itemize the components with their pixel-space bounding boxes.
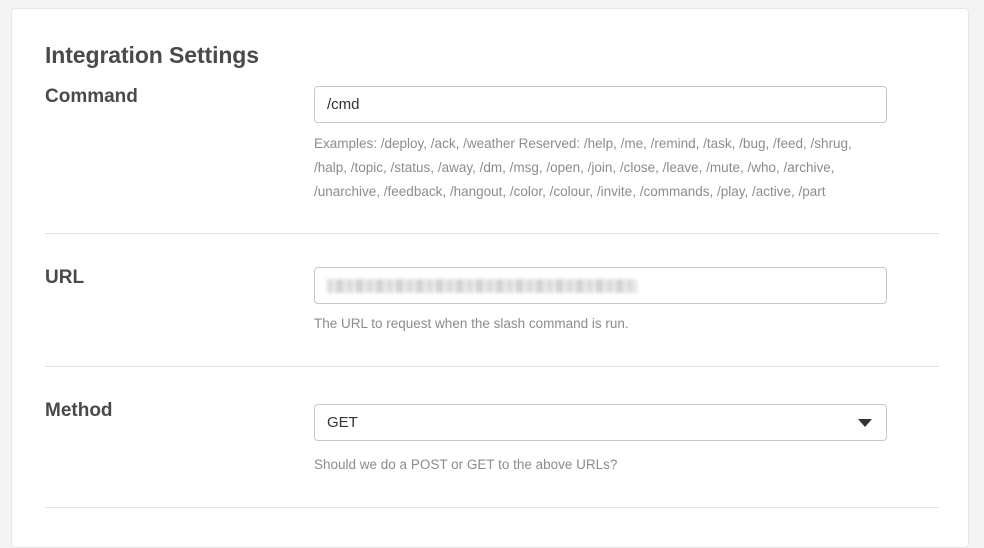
url-input[interactable]: [314, 267, 887, 304]
divider: [45, 233, 939, 234]
page-title: Integration Settings: [45, 42, 259, 68]
command-input[interactable]: [314, 86, 887, 123]
command-label: Command: [45, 86, 138, 107]
method-select[interactable]: GET: [314, 404, 887, 441]
url-label: URL: [45, 267, 85, 288]
divider: [45, 366, 939, 367]
url-help-text: The URL to request when the slash comman…: [314, 316, 629, 331]
method-help-text: Should we do a POST or GET to the above …: [314, 457, 618, 472]
settings-card: Integration Settings Command Examples: /…: [11, 8, 969, 548]
redacted-url-value: [327, 279, 637, 293]
method-select-value: GET: [327, 414, 358, 431]
chevron-down-icon: [858, 419, 872, 427]
divider: [45, 507, 939, 508]
method-label: Method: [45, 400, 113, 421]
command-help-text: Examples: /deploy, /ack, /weather Reserv…: [314, 136, 852, 199]
